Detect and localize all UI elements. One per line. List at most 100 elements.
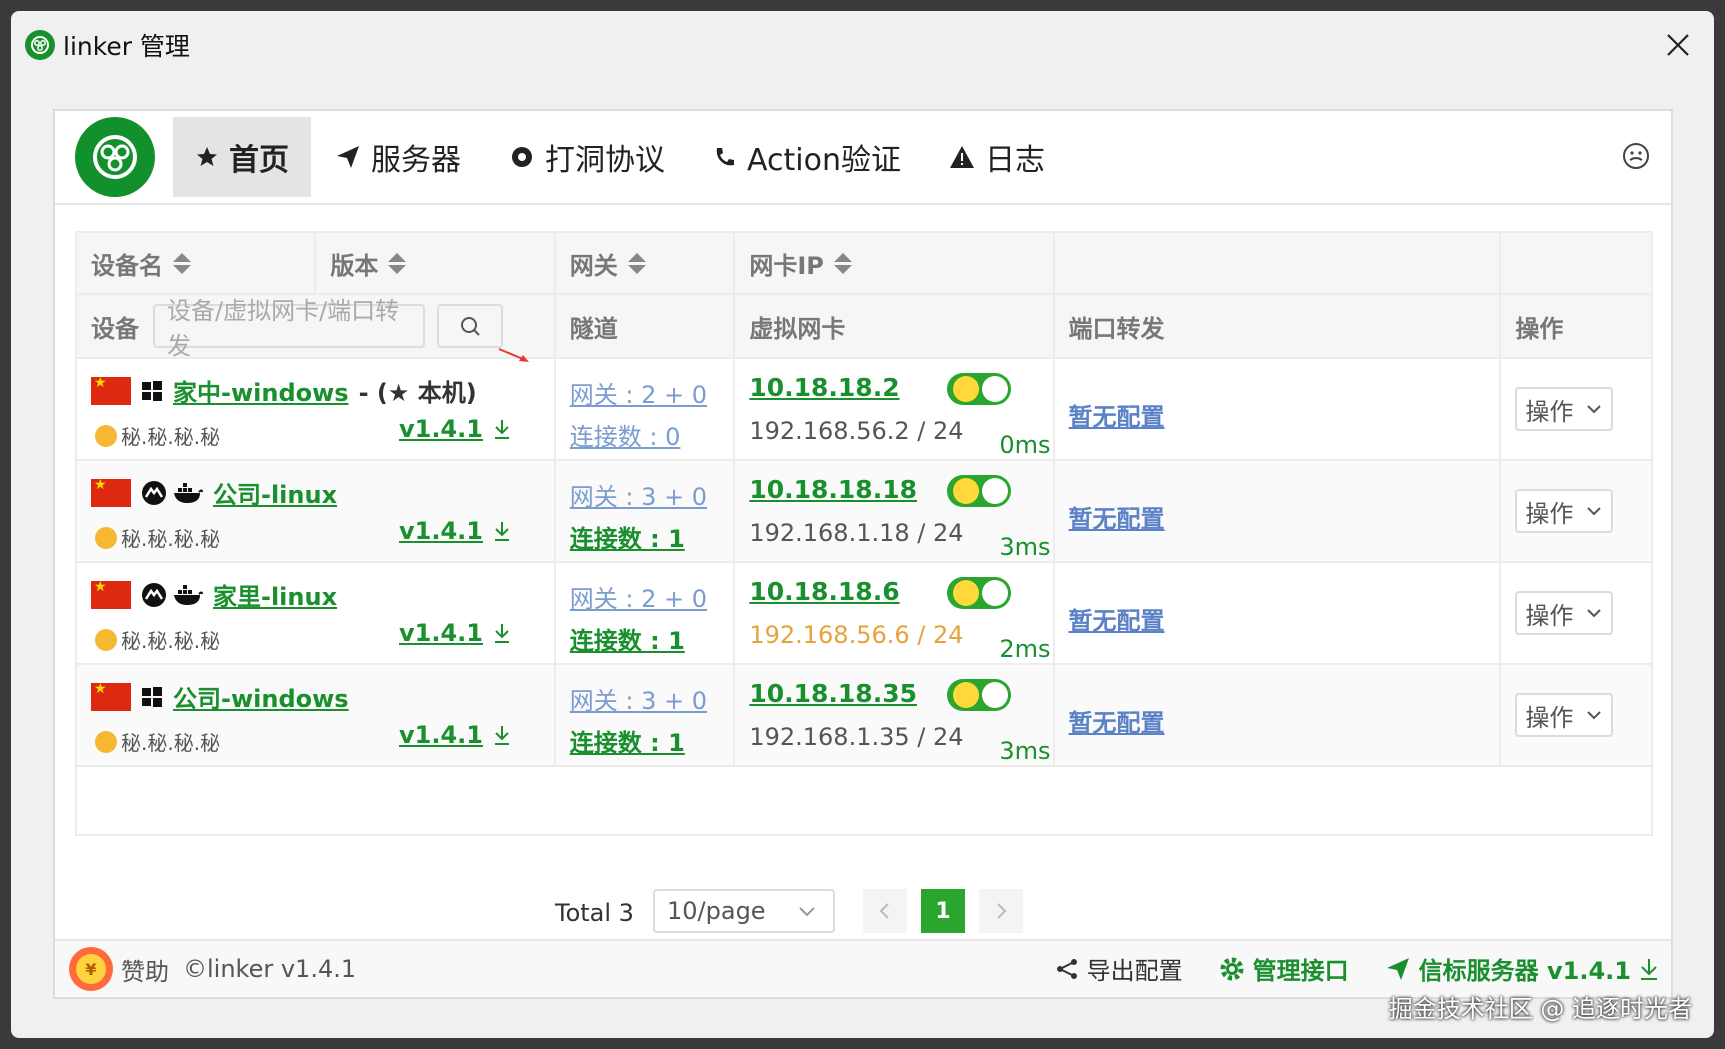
operation-cell: 操作 [1501,359,1651,459]
nav-servers[interactable]: 服务器 [311,117,485,197]
version-link[interactable]: v1.4.1 [399,721,511,749]
nic-toggle-switch[interactable] [947,373,1012,405]
os-icon [141,380,163,402]
header-device-name[interactable]: 设备名 [77,233,317,293]
os-icon [141,480,203,506]
close-window-button[interactable] [1660,27,1696,63]
nic-toggle-switch[interactable] [947,679,1012,711]
next-page-button[interactable] [979,889,1023,933]
search-button[interactable] [437,304,503,348]
table-row: 家里-linux 秘.秘.秘.秘 v1.4.1 网关 : 2 + 0 连接数 :… [77,563,1651,665]
gateway-link[interactable]: 网关 : 3 + 0 [570,477,707,512]
virtual-ip-link[interactable]: 10.18.18.6 [749,577,899,606]
version-link[interactable]: v1.4.1 [399,619,511,647]
theme-toggle-icon[interactable] [1621,141,1651,175]
version-label: v1.4.1 [399,415,483,443]
device-name-link[interactable]: 家中-windows [173,373,349,408]
sort-icon[interactable] [173,252,191,274]
table-row: 家中-windows - (★ 本机) 秘.秘.秘.秘 v1.4.1 网关 : … [77,359,1651,461]
china-flag-icon [91,579,131,609]
gateway-link[interactable]: 网关 : 2 + 0 [570,375,707,410]
send-icon [1386,957,1409,980]
search-input[interactable]: 设备/虚拟网卡/端口转发 [153,297,425,360]
header-port-forward: 端口转发 [1055,295,1502,357]
sleepy-face-icon [95,526,117,549]
export-config-button[interactable]: 导出配置 [1055,951,1183,986]
page-size-value: 10/page [667,897,766,925]
gateway-link[interactable]: 网关 : 3 + 0 [570,681,707,716]
device-cell: 家里-linux 秘.秘.秘.秘 v1.4.1 [77,563,556,663]
china-flag-icon [91,375,131,405]
lan-ip: 192.168.56.2 / 24 [749,417,964,445]
nav-servers-label: 服务器 [371,143,461,178]
sleepy-face-icon [95,628,117,651]
header-operation-label: 操作 [1515,314,1564,343]
gateway-link[interactable]: 网关 : 2 + 0 [570,579,707,614]
port-forward-link[interactable]: 暂无配置 [1069,601,1165,636]
port-forward-link[interactable]: 暂无配置 [1069,703,1165,738]
manage-api-button[interactable]: 管理接口 [1219,951,1349,986]
version-link[interactable]: v1.4.1 [399,415,511,443]
nav-action-verify-label: Action验证 [747,143,901,178]
annotation-arrow-icon [498,348,529,362]
top-nav: 首页 服务器 打洞协议 Action验证 日志 [55,111,1671,205]
nic-toggle-switch[interactable] [947,577,1012,609]
lan-ip: 192.168.56.6 / 24 [749,621,964,649]
header-virtual-nic: 虚拟网卡 [735,295,1055,357]
virtual-nic-cell: 10.18.18.18 192.168.1.18 / 24 3ms [735,461,1055,561]
operation-dropdown[interactable]: 操作 [1515,693,1614,737]
watermark: 掘金技术社区 @ 追逐时光者 [1388,995,1692,1023]
prev-page-button[interactable] [863,889,907,933]
page-1-button[interactable]: 1 [921,889,965,933]
windows-icon [142,380,162,401]
connections-link[interactable]: 连接数 : 1 [570,621,685,656]
page-size-select[interactable]: 10/page [653,889,835,933]
beacon-server-button[interactable]: 信标服务器 v1.4.1 [1385,951,1659,986]
virtual-ip-link[interactable]: 10.18.18.18 [749,475,917,504]
device-name-link[interactable]: 家里-linux [213,577,337,612]
device-cell: 公司-windows 秘.秘.秘.秘 v1.4.1 [77,665,556,765]
virtual-ip-link[interactable]: 10.18.18.2 [749,373,899,402]
operation-cell: 操作 [1501,563,1651,663]
port-forward-link[interactable]: 暂无配置 [1069,499,1165,534]
version-link[interactable]: v1.4.1 [399,517,511,545]
operation-dropdown[interactable]: 操作 [1515,591,1614,635]
sort-icon[interactable] [627,252,646,274]
device-table: 设备名 版本 网关 网卡IP 设备 设备/虚拟网卡/端口转发 隧道 虚拟网卡 端… [75,231,1653,836]
nic-toggle-switch[interactable] [947,475,1012,507]
nav-hole-punch[interactable]: 打洞协议 [485,117,689,197]
header-gateway[interactable]: 网关 [556,233,736,293]
port-forward-cell: 暂无配置 [1055,461,1502,561]
operation-dropdown[interactable]: 操作 [1515,489,1614,533]
nav-home[interactable]: 首页 [173,117,311,197]
connections-link[interactable]: 连接数 : 0 [570,417,681,452]
tunnel-cell: 网关 : 2 + 0 连接数 : 1 [556,563,736,663]
connections-link[interactable]: 连接数 : 1 [570,723,685,758]
connections-link[interactable]: 连接数 : 1 [570,519,685,554]
sponsor-link[interactable]: 赞助 [121,952,169,987]
table-row: 公司-windows 秘.秘.秘.秘 v1.4.1 网关 : 3 + 0 连接数… [77,665,1651,767]
port-forward-link[interactable]: 暂无配置 [1069,397,1165,432]
nav-logs[interactable]: 日志 [925,117,1069,197]
linker-logo-icon [25,30,55,60]
sponsor-coin-icon[interactable]: ¥ [69,947,113,991]
nav-action-verify[interactable]: Action验证 [689,117,925,197]
window-title: linker 管理 [63,32,190,61]
device-name-link[interactable]: 公司-linux [213,475,337,510]
gear-icon [1220,957,1244,980]
title-bar: linker 管理 [11,11,1714,79]
virtual-ip-link[interactable]: 10.18.18.35 [749,679,917,708]
header-empty [1055,233,1502,293]
header-version[interactable]: 版本 [316,233,556,293]
header-nic-ip[interactable]: 网卡IP [735,233,1055,293]
device-name-link[interactable]: 公司-windows [173,679,349,714]
sort-icon[interactable] [388,252,407,274]
smiley-icon [953,478,980,504]
table-body: 家中-windows - (★ 本机) 秘.秘.秘.秘 v1.4.1 网关 : … [77,359,1651,767]
operation-dropdown[interactable]: 操作 [1515,387,1614,431]
sort-icon[interactable] [833,252,852,274]
header-gateway-label: 网关 [569,251,618,280]
app-logo-icon[interactable] [75,117,155,197]
close-icon [1667,34,1689,56]
star-icon [195,145,219,169]
